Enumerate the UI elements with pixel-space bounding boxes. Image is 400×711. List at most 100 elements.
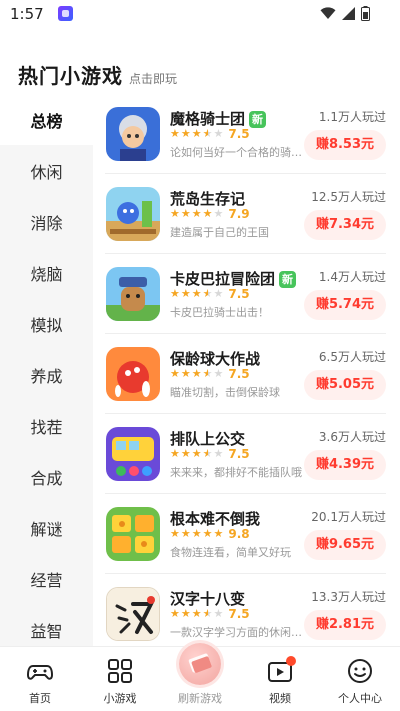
category-sidebar: 总榜 休闲 消除 烧脑 模拟 养成 找茬 合成 解谜 经营 益智 — [0, 94, 93, 646]
game-thumbnail[interactable] — [106, 267, 160, 321]
game-thumbnail[interactable] — [106, 347, 160, 401]
category-label: 养成 — [30, 366, 63, 386]
rating-score: 7.5 — [228, 447, 250, 461]
battery-icon — [361, 6, 370, 21]
category-item-casual[interactable]: 休闲 — [0, 145, 93, 196]
game-row[interactable]: 保龄球大作战 ★ ★ ★ ★ ★ 7.5 瞄准切割，击倒保龄球 6.5万人玩过 赚5.0… — [93, 334, 400, 414]
rating-score: 7.5 — [228, 367, 250, 381]
category-label: 益智 — [30, 621, 63, 641]
category-item-educational[interactable]: 益智 — [0, 604, 93, 646]
rating: ★ ★ ★ ★ ★ 7.5 — [170, 127, 250, 141]
status-time: 1:57 — [10, 5, 44, 23]
players-count: 13.3万人玩过 — [311, 590, 386, 604]
star-icon: ★ — [180, 207, 191, 220]
rating: ★ ★ ★ ★ ★ 7.5 — [170, 287, 250, 301]
star-icon: ★ — [180, 447, 191, 460]
game-row[interactable]: 卡皮巴拉冒险团新 ★ ★ ★ ★ ★ 7.5 卡皮巴拉骑士出击！ 1.4万人玩过 赚5.… — [93, 254, 400, 334]
notification-dot — [286, 656, 296, 666]
game-name: 魔格骑士团 — [170, 110, 246, 128]
tab-label: 视频 — [269, 692, 291, 705]
earn-button[interactable]: 赚5.05元 — [304, 370, 386, 400]
smile-icon — [348, 659, 372, 683]
money-icon — [179, 643, 221, 685]
star-icon: ★ — [170, 607, 180, 620]
game-title: 根本难不倒我 — [170, 508, 260, 529]
earn-button[interactable]: 赚8.53元 — [304, 130, 386, 160]
game-description: 建造属于自己的王国 — [170, 226, 269, 239]
tab-video[interactable]: 视频 — [240, 647, 320, 711]
game-title: 排队上公交 — [170, 428, 245, 449]
category-item-simulation[interactable]: 模拟 — [0, 298, 93, 349]
game-title: 卡皮巴拉冒险团新 — [170, 268, 297, 289]
signal-icon — [342, 7, 355, 20]
category-item-brain[interactable]: 烧脑 — [0, 247, 93, 298]
game-thumbnail[interactable] — [106, 587, 160, 641]
game-name: 排队上公交 — [170, 430, 246, 448]
tab-home[interactable]: 首页 — [0, 647, 80, 711]
game-row[interactable]: 根本难不倒我 ★ ★ ★ ★ ★ 9.8 食物连连看，简单又好玩 20.1万人玩过 赚9… — [93, 494, 400, 574]
category-item-spot-difference[interactable]: 找茬 — [0, 400, 93, 451]
star-icon: ★ — [191, 447, 202, 460]
star-icon: ★ — [213, 527, 224, 540]
tab-mini-games[interactable]: 小游戏 — [80, 647, 160, 711]
game-name: 汉字十八变 — [170, 590, 246, 608]
star-half-icon: ★ — [202, 447, 213, 460]
new-badge: 新 — [279, 271, 297, 288]
earn-button[interactable]: 赚9.65元 — [304, 530, 386, 560]
star-icon: ★ — [191, 207, 202, 220]
game-title: 荒岛生存记 — [170, 188, 245, 209]
game-title: 魔格骑士团新 — [170, 108, 267, 129]
rating-score: 7.5 — [228, 607, 250, 621]
star-icon: ★ — [191, 527, 202, 540]
star-icon: ★ — [191, 607, 202, 620]
bottom-tab-bar: 首页 小游戏 刷新游戏 视频 个人中心 — [0, 643, 400, 711]
category-item-all[interactable]: 总榜 — [0, 94, 93, 145]
game-row[interactable]: 汉字十八变 ★★★★★ 7.5 一款汉字学习方面的休闲益智游戏 13.3万人玩过… — [93, 574, 400, 646]
star-empty-icon: ★ — [213, 127, 224, 140]
star-icon: ★ — [180, 367, 191, 380]
game-row[interactable]: 排队上公交 ★ ★ ★ ★ ★ 7.5 来来来，都排好不能插队哦 3.6万人玩过 赚4.… — [93, 414, 400, 494]
earn-button[interactable]: 赚2.81元 — [304, 610, 386, 640]
category-label: 经营 — [30, 570, 63, 590]
game-thumbnail[interactable] — [106, 507, 160, 561]
game-thumbnail[interactable] — [106, 187, 160, 241]
rating: ★ ★ ★ ★ ★ 7.5 — [170, 607, 250, 621]
tab-profile[interactable]: 个人中心 — [320, 647, 400, 711]
rating-score: 7.9 — [228, 207, 250, 221]
earn-button[interactable]: 赚5.74元 — [304, 290, 386, 320]
earn-button[interactable]: 赚4.39元 — [304, 450, 386, 480]
players-count: 1.1万人玩过 — [318, 110, 386, 124]
rating-score: 9.8 — [228, 527, 250, 541]
earn-button[interactable]: 赚7.34元 — [304, 210, 386, 240]
star-half-icon: ★ — [202, 127, 213, 140]
category-item-merge[interactable]: 合成 — [0, 451, 93, 502]
star-empty-icon: ★ — [213, 207, 224, 220]
players-count: 6.5万人玩过 — [318, 350, 386, 364]
game-thumbnail[interactable] — [106, 427, 160, 481]
players-count: 20.1万人玩过 — [311, 510, 386, 524]
category-item-puzzle[interactable]: 解谜 — [0, 502, 93, 553]
star-empty-icon: ★ — [213, 287, 224, 300]
tab-refresh-games[interactable]: 刷新游戏 — [160, 643, 240, 711]
game-row[interactable]: 荒岛生存记 ★ ★ ★ ★ ★ 7.9 建造属于自己的王国 12.5万人玩过 赚7.34… — [93, 174, 400, 254]
game-row[interactable]: 魔格骑士团新 ★★★★★ 7.5 论如何当好一个合格的骑士团长 1.1万人玩过 … — [93, 94, 400, 174]
star-icon: ★ — [170, 527, 180, 540]
star-half-icon: ★ — [202, 607, 213, 620]
game-description: 食物连连看，简单又好玩 — [170, 546, 291, 559]
category-item-match[interactable]: 消除 — [0, 196, 93, 247]
game-thumbnail[interactable] — [106, 107, 160, 161]
star-icon: ★ — [170, 367, 180, 380]
game-description: 来来来，都排好不能插队哦 — [170, 466, 302, 479]
game-description: 卡皮巴拉骑士出击！ — [170, 306, 269, 319]
game-name: 卡皮巴拉冒险团 — [170, 270, 276, 288]
category-item-management[interactable]: 经营 — [0, 553, 93, 604]
star-empty-icon: ★ — [213, 607, 224, 620]
players-count: 1.4万人玩过 — [318, 270, 386, 284]
tab-label: 个人中心 — [338, 692, 382, 705]
system-icons — [320, 6, 370, 21]
gamepad-icon — [26, 665, 54, 680]
category-item-nurture[interactable]: 养成 — [0, 349, 93, 400]
players-count: 3.6万人玩过 — [318, 430, 386, 444]
status-bar: 1:57 — [0, 0, 400, 28]
star-icon: ★ — [170, 447, 180, 460]
